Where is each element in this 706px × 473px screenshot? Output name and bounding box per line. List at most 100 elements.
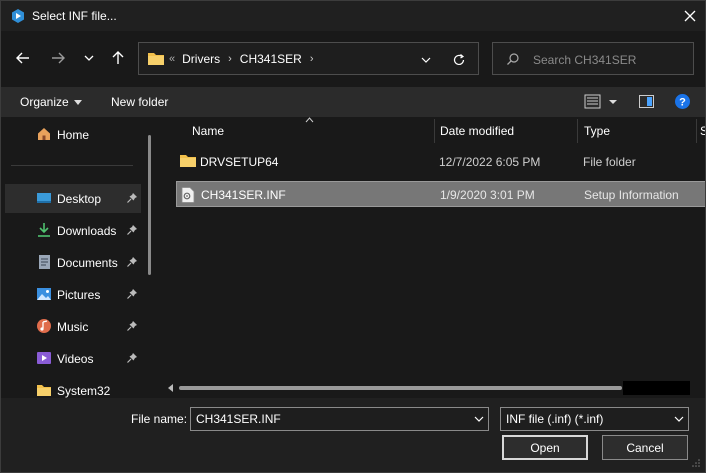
sidebar-item-label: Desktop	[57, 192, 102, 206]
forward-button[interactable]	[47, 47, 69, 69]
window-title: Select INF file...	[32, 9, 117, 23]
pin-icon	[127, 353, 137, 363]
file-name: DRVSETUP64	[200, 155, 279, 169]
svg-text:?: ?	[679, 97, 686, 109]
breadcrumb-separator-icon[interactable]: ›	[310, 53, 314, 65]
view-menu-button[interactable]	[584, 93, 622, 113]
scrollbar-redacted-area	[623, 381, 690, 395]
sidebar-item-label: Pictures	[57, 288, 101, 302]
cancel-button[interactable]: Cancel	[602, 435, 688, 460]
preview-pane-button[interactable]	[638, 93, 655, 113]
column-header-size[interactable]: S	[700, 117, 705, 145]
file-list: Name Date modified Type S DRVSETUP64 12/…	[161, 117, 705, 398]
sidebar-item-label: Downloads	[57, 224, 117, 238]
scrollbar-thumb[interactable]	[179, 386, 622, 390]
folder-icon	[37, 385, 51, 396]
breadcrumb: « Drivers › CH341SER ›	[169, 52, 322, 66]
address-dropdown-button[interactable]	[418, 52, 434, 68]
file-type-filter-value: INF file (.inf) (*.inf)	[506, 412, 604, 426]
breadcrumb-item-ch341ser[interactable]: CH341SER	[240, 52, 302, 66]
open-button[interactable]: Open	[502, 435, 588, 460]
setup-file-icon	[181, 187, 195, 203]
sidebar-item-label: Videos	[57, 352, 94, 366]
list-view-icon	[584, 94, 617, 109]
scroll-left-icon[interactable]	[167, 384, 174, 392]
sidebar-item-pictures[interactable]: Pictures	[5, 280, 141, 309]
pictures-icon	[37, 288, 51, 300]
search-input[interactable]: Search CH341SER	[533, 53, 636, 67]
home-icon	[38, 128, 50, 140]
breadcrumb-overflow[interactable]: «	[169, 53, 175, 65]
back-button[interactable]	[12, 47, 34, 69]
file-name-input[interactable]: CH341SER.INF	[190, 407, 489, 431]
music-icon	[37, 319, 51, 333]
documents-icon	[39, 255, 50, 269]
arrow-right-icon	[52, 52, 65, 64]
column-separator[interactable]	[577, 119, 578, 143]
column-header-label: S	[700, 124, 705, 138]
sidebar-item-home[interactable]: Home	[5, 120, 141, 149]
breadcrumb-item-drivers[interactable]: Drivers	[182, 52, 220, 66]
sidebar-item-music[interactable]: Music	[5, 312, 141, 341]
dialog-footer: File name: CH341SER.INF INF file (.inf) …	[1, 398, 705, 472]
organize-menu-button[interactable]: Organize	[20, 95, 82, 109]
column-header-name[interactable]: Name	[192, 117, 432, 145]
file-type-filter-select[interactable]: INF file (.inf) (*.inf)	[500, 407, 689, 431]
downloads-icon	[38, 223, 50, 237]
refresh-icon	[453, 54, 465, 66]
help-icon: ?	[675, 94, 690, 109]
search-icon	[507, 53, 519, 65]
pin-icon	[127, 225, 137, 235]
pin-icon	[127, 193, 137, 203]
file-row-drvsetup64[interactable]: DRVSETUP64 12/7/2022 6:05 PM File folder	[176, 149, 705, 175]
folder-icon	[180, 155, 196, 167]
file-name: CH341SER.INF	[201, 188, 286, 202]
preview-pane-icon	[639, 95, 654, 108]
address-bar[interactable]: « Drivers › CH341SER ›	[138, 42, 479, 75]
file-name-label: File name:	[131, 412, 188, 426]
recent-locations-button[interactable]	[78, 47, 100, 69]
chevron-down-icon	[421, 57, 431, 63]
help-button[interactable]: ?	[674, 93, 691, 113]
sidebar-scrollbar[interactable]	[148, 135, 151, 275]
caret-down-icon	[73, 100, 82, 106]
column-separator[interactable]	[696, 119, 697, 143]
command-toolbar: Organize New folder ?	[1, 87, 705, 117]
column-header-date-modified[interactable]: Date modified	[440, 117, 575, 145]
column-header-label: Name	[192, 124, 225, 138]
column-header-label: Date modified	[440, 124, 515, 138]
column-separator[interactable]	[434, 119, 435, 143]
column-header-type[interactable]: Type	[584, 117, 694, 145]
up-button[interactable]	[107, 47, 129, 69]
file-row-ch341ser-inf[interactable]: CH341SER.INF 1/9/2020 3:01 PM Setup Info…	[176, 181, 705, 207]
close-icon	[684, 10, 696, 22]
resize-grip-icon[interactable]	[691, 458, 701, 468]
sidebar-item-system32[interactable]: System32	[5, 376, 141, 398]
chevron-down-icon[interactable]	[473, 413, 485, 425]
chevron-down-icon	[84, 55, 94, 61]
file-type: Setup Information	[584, 188, 679, 202]
refresh-button[interactable]	[451, 52, 467, 68]
arrow-up-icon	[112, 51, 124, 64]
title-bar: Select INF file...	[1, 1, 705, 31]
sidebar-item-label: System32	[57, 384, 111, 398]
file-name-value: CH341SER.INF	[196, 412, 281, 426]
sidebar-item-downloads[interactable]: Downloads	[5, 216, 141, 245]
sidebar-item-label: Home	[57, 128, 90, 142]
sidebar-item-videos[interactable]: Videos	[5, 344, 141, 373]
sidebar-item-label: Music	[57, 320, 89, 334]
column-header-label: Type	[584, 124, 611, 138]
breadcrumb-separator-icon[interactable]: ›	[228, 53, 232, 65]
sidebar-divider	[11, 165, 133, 166]
sidebar-item-desktop[interactable]: Desktop	[5, 184, 141, 213]
search-box[interactable]: Search CH341SER	[492, 42, 694, 75]
videos-icon	[37, 352, 51, 364]
file-date-modified: 1/9/2020 3:01 PM	[440, 188, 535, 202]
sidebar-item-documents[interactable]: Documents	[5, 248, 141, 277]
app-icon	[12, 9, 24, 23]
close-button[interactable]	[677, 4, 703, 28]
new-folder-button[interactable]: New folder	[111, 95, 168, 109]
folder-icon	[148, 53, 164, 65]
sort-ascending-icon	[305, 117, 314, 123]
horizontal-scrollbar[interactable]	[165, 381, 690, 395]
